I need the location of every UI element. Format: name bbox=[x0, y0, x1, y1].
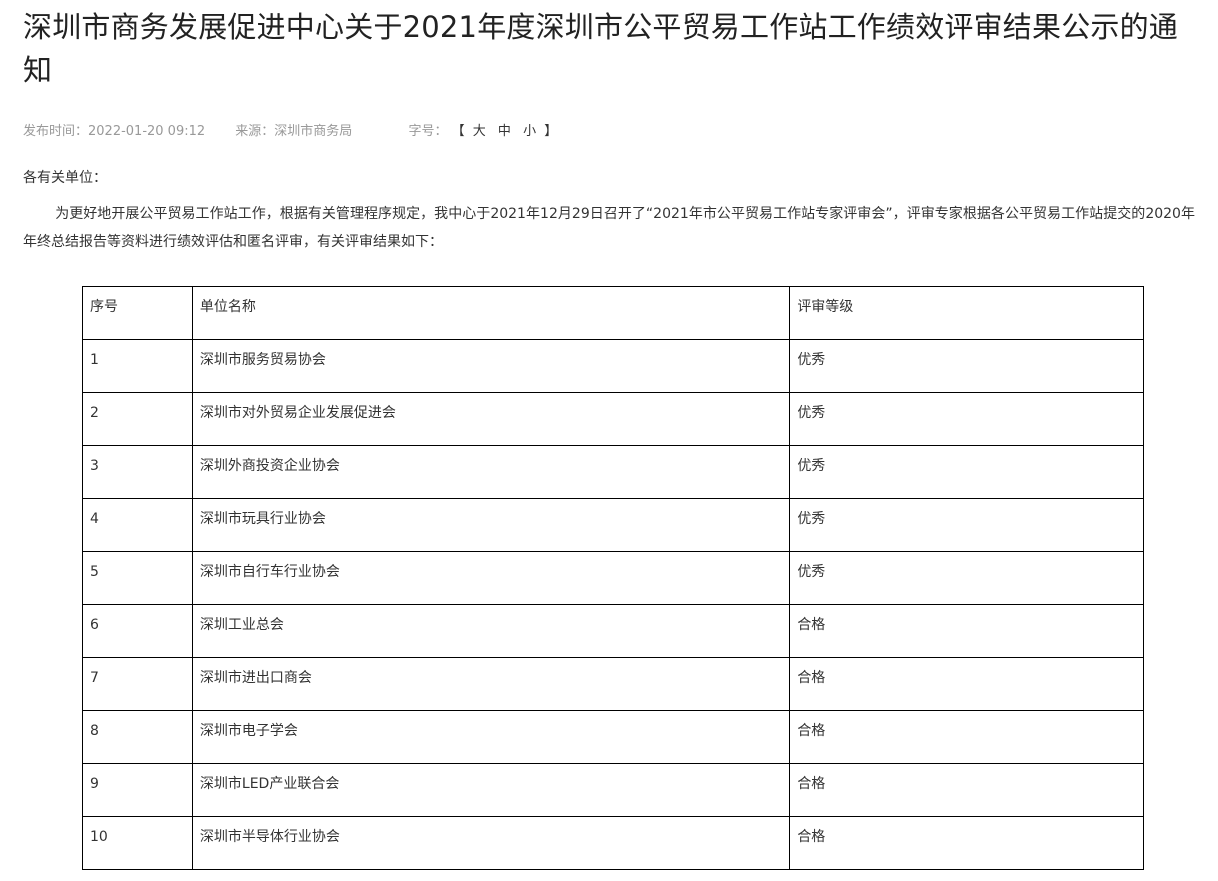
cell-name: 深圳市进出口商会 bbox=[191, 657, 791, 711]
cell-name: 深圳市玩具行业协会 bbox=[191, 498, 791, 552]
article-meta: 发布时间：2022-01-20 09:12 来源：深圳市商务局 字号： 【 大 … bbox=[23, 122, 1195, 142]
cell-level: 优秀 bbox=[789, 498, 1144, 552]
page-title: 深圳市商务发展促进中心关于2021年度深圳市公平贸易工作站工作绩效评审结果公示的… bbox=[23, 10, 1179, 87]
table-row: 7 深圳市进出口商会 合格 bbox=[82, 657, 1144, 711]
publish-time: 发布时间：2022-01-20 09:12 bbox=[23, 124, 206, 139]
header-no: 序号 bbox=[82, 286, 193, 340]
salutation: 各有关单位： bbox=[23, 170, 107, 186]
font-size-label: 字号： bbox=[408, 124, 448, 139]
cell-no: 5 bbox=[82, 551, 193, 605]
cell-no: 9 bbox=[82, 763, 193, 817]
font-size-small-link[interactable]: 小 bbox=[523, 122, 536, 142]
cell-level: 合格 bbox=[789, 604, 1144, 658]
table-row: 6 深圳工业总会 合格 bbox=[82, 604, 1144, 658]
cell-no: 8 bbox=[82, 710, 193, 764]
cell-level: 优秀 bbox=[789, 445, 1144, 499]
table-row: 2 深圳市对外贸易企业发展促进会 优秀 bbox=[82, 392, 1144, 446]
table-row: 3 深圳外商投资企业协会 优秀 bbox=[82, 445, 1144, 499]
table-row: 1 深圳市服务贸易协会 优秀 bbox=[82, 339, 1144, 393]
intro-paragraph: 为更好地开展公平贸易工作站工作，根据有关管理程序规定，我中心于2021年12月2… bbox=[23, 206, 1195, 250]
cell-name: 深圳市对外贸易企业发展促进会 bbox=[191, 392, 791, 446]
cell-no: 1 bbox=[82, 339, 193, 393]
cell-name: 深圳外商投资企业协会 bbox=[191, 445, 791, 499]
cell-no: 4 bbox=[82, 498, 193, 552]
cell-name: 深圳市LED产业联合会 bbox=[191, 763, 791, 817]
article: 深圳市商务发展促进中心关于2021年度深圳市公平贸易工作站工作绩效评审结果公示的… bbox=[23, 0, 1195, 256]
table-row: 4 深圳市玩具行业协会 优秀 bbox=[82, 498, 1144, 552]
cell-name: 深圳市半导体行业协会 bbox=[191, 816, 791, 870]
font-size-large-link[interactable]: 大 bbox=[473, 122, 486, 142]
cell-no: 7 bbox=[82, 657, 193, 711]
table-row: 9 深圳市LED产业联合会 合格 bbox=[82, 763, 1144, 817]
font-size-control: 字号： 【 大 中 小 】 bbox=[408, 122, 557, 142]
cell-name: 深圳市电子学会 bbox=[191, 710, 791, 764]
cell-no: 2 bbox=[82, 392, 193, 446]
cell-no: 10 bbox=[82, 816, 193, 870]
article-source: 来源：深圳市商务局 bbox=[235, 124, 353, 139]
table-header-row: 序号 单位名称 评审等级 bbox=[82, 286, 1144, 340]
cell-level: 优秀 bbox=[789, 551, 1144, 605]
font-size-medium-link[interactable]: 中 bbox=[498, 122, 511, 142]
cell-name: 深圳市自行车行业协会 bbox=[191, 551, 791, 605]
cell-level: 合格 bbox=[789, 710, 1144, 764]
cell-level: 合格 bbox=[789, 816, 1144, 870]
cell-level: 优秀 bbox=[789, 392, 1144, 446]
cell-level: 合格 bbox=[789, 763, 1144, 817]
cell-level: 合格 bbox=[789, 657, 1144, 711]
cell-no: 3 bbox=[82, 445, 193, 499]
header-level: 评审等级 bbox=[789, 286, 1144, 340]
table-row: 8 深圳市电子学会 合格 bbox=[82, 710, 1144, 764]
table-row: 5 深圳市自行车行业协会 优秀 bbox=[82, 551, 1144, 605]
header-name: 单位名称 bbox=[191, 286, 791, 340]
cell-no: 6 bbox=[82, 604, 193, 658]
bracket-open: 【 bbox=[451, 124, 465, 139]
table-row: 10 深圳市半导体行业协会 合格 bbox=[82, 816, 1144, 870]
bracket-close: 】 bbox=[544, 124, 558, 139]
cell-level: 优秀 bbox=[789, 339, 1144, 393]
cell-name: 深圳市服务贸易协会 bbox=[191, 339, 791, 393]
cell-name: 深圳工业总会 bbox=[191, 604, 791, 658]
results-table: 序号 单位名称 评审等级 1 深圳市服务贸易协会 优秀 2 深圳市对外贸易企业发… bbox=[82, 286, 1144, 870]
